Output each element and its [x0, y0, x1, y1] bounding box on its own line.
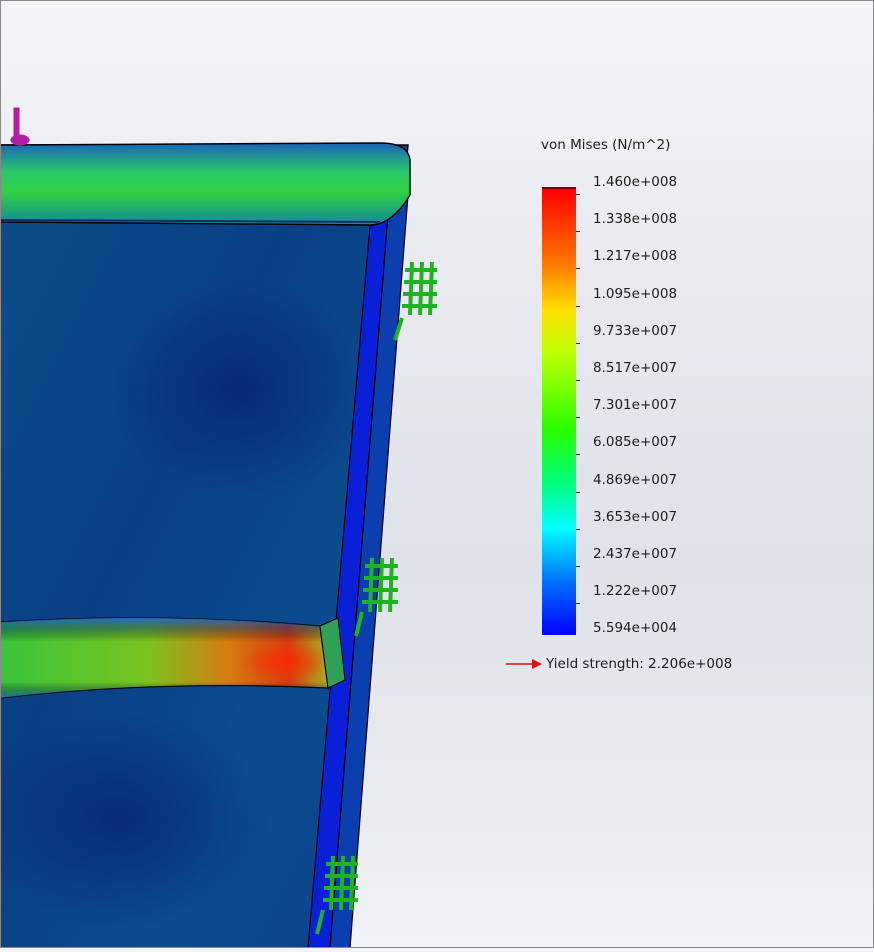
legend-tick-mark [576, 491, 580, 493]
legend-tick-label: 1.338e+008 [593, 211, 678, 228]
legend-tick-label: 1.095e+008 [593, 285, 678, 302]
legend-tick-mark [576, 194, 580, 195]
yield-strength-label: Yield strength: 2.206e+008 [546, 656, 733, 672]
top-rail [0, 142, 411, 226]
legend-tick-mark [576, 380, 580, 381]
legend-tick-label: 1.217e+008 [593, 248, 678, 265]
legend-tick-label: 6.085e+007 [593, 434, 678, 451]
low-stress-region [110, 280, 370, 500]
legend-tick-mark [576, 268, 580, 270]
force-arrow-icon[interactable] [10, 107, 30, 146]
legend-tick-label: 8.517e+007 [593, 360, 678, 376]
legend-tick-mark [576, 528, 580, 530]
color-scale-bar [542, 187, 576, 635]
legend-title: von Mises (N/m^2) [541, 137, 671, 153]
legend-tick-label: 9.733e+007 [593, 322, 678, 339]
legend-tick-mark [576, 603, 580, 605]
legend-tick-label: 5.594e+004 [593, 620, 678, 637]
legend-tick-label: 2.437e+007 [593, 546, 678, 562]
stress-legend[interactable]: von Mises (N/m^2) 1.460e+008 1.338e+008 1.… [500, 130, 800, 690]
legend-tick-label: 7.301e+007 [593, 397, 678, 414]
red-arrow-icon [506, 659, 542, 669]
yield-strength-indicator: Yield strength: 2.206e+008 [506, 656, 732, 672]
legend-tick-mark [576, 342, 580, 344]
legend-tick-mark [576, 231, 580, 233]
legend-tick-label: 3.653e+007 [593, 508, 678, 525]
legend-tick-mark [576, 417, 580, 419]
legend-tick-label: 1.222e+007 [593, 583, 678, 600]
legend-tick-mark [576, 454, 580, 456]
legend-tick-mark [576, 305, 580, 307]
max-stress-hotspot [240, 642, 330, 682]
legend-tick-label: 4.869e+007 [593, 471, 678, 488]
legend-tick-label: 1.460e+008 [593, 174, 678, 190]
legend-tick-mark [576, 566, 580, 567]
